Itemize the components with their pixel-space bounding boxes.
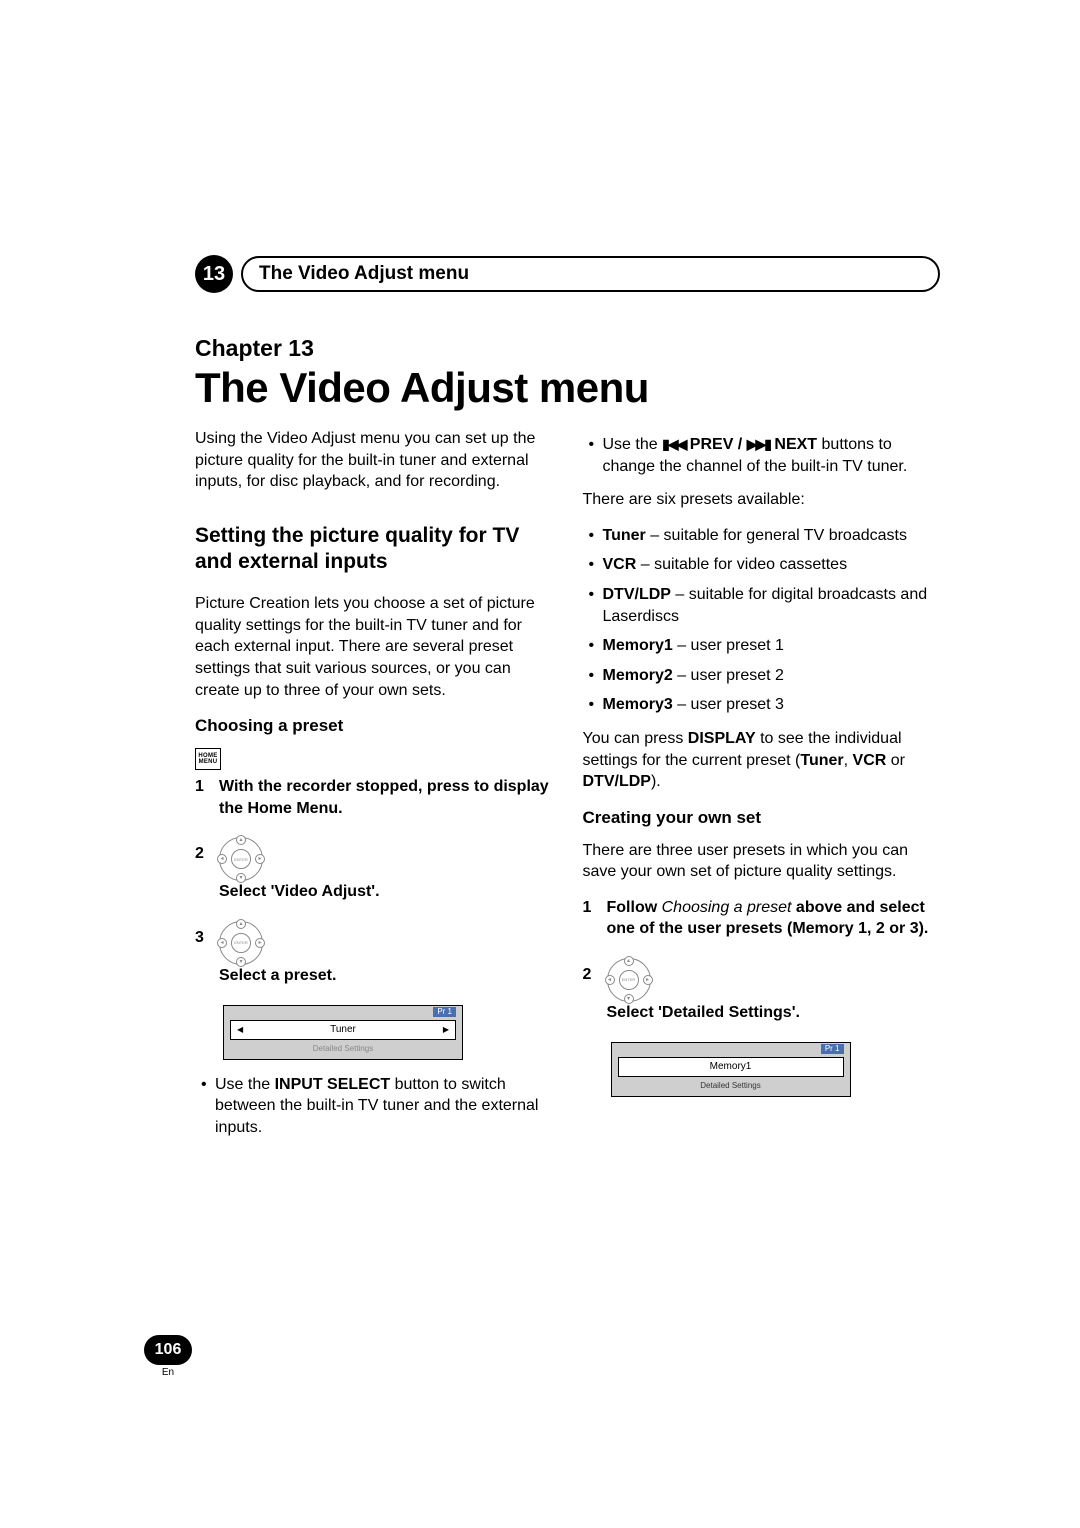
text: Use the — [215, 1076, 275, 1093]
osd-row-label: Tuner — [330, 1023, 356, 1037]
presets-list: Tuner – suitable for general TV broadcas… — [583, 525, 941, 716]
chapter-label: Chapter 13 — [195, 335, 940, 362]
osd-badge: Pr 1 — [821, 1044, 844, 1055]
step-text: Select a preset. — [219, 967, 336, 984]
page-title: The Video Adjust menu — [195, 364, 940, 412]
step-text: Follow Choosing a preset above and selec… — [607, 899, 929, 938]
picture-creation-paragraph: Picture Creation lets you choose a set o… — [195, 593, 553, 701]
home-menu-icon: HOMEMENU — [195, 748, 221, 770]
preset-name: Memory2 — [603, 667, 673, 684]
text: Use the — [603, 436, 663, 453]
right-arrow-icon: ▶ — [443, 1025, 449, 1036]
step-1-creating: 1 Follow Choosing a preset above and sel… — [583, 897, 941, 940]
creating-own-set-heading: Creating your own set — [583, 807, 941, 830]
display-paragraph: You can press DISPLAY to see the individ… — [583, 728, 941, 793]
manual-page: 13 The Video Adjust menu Chapter 13 The … — [0, 0, 1080, 1210]
language-code: En — [144, 1367, 192, 1378]
page-number-badge: 106 — [144, 1335, 192, 1365]
display-label: DISPLAY — [688, 730, 756, 747]
preset-item: VCR – suitable for video cassettes — [583, 554, 941, 576]
preset-item: Memory2 – user preset 2 — [583, 665, 941, 687]
step-number: 1 — [583, 897, 597, 919]
intro-paragraph: Using the Video Adjust menu you can set … — [195, 428, 553, 493]
preset-name: Memory3 — [603, 696, 673, 713]
preset-name: DTV/LDP — [603, 586, 671, 603]
chapter-title-pill: The Video Adjust menu — [241, 256, 940, 292]
osd-badge: Pr 1 — [433, 1007, 456, 1018]
dpad-enter-icon: ENTER ▴ ▾ ◂ ▸ — [607, 958, 651, 1002]
input-select-note: Use the INPUT SELECT button to switch be… — [195, 1074, 553, 1139]
right-column: Use the ▮◀◀ PREV / ▶▶▮ NEXT buttons to c… — [583, 428, 941, 1150]
preset-item: Memory1 – user preset 1 — [583, 635, 941, 657]
left-arrow-icon: ◀ — [237, 1025, 243, 1036]
chapter-number-badge: 13 — [195, 255, 233, 293]
step-text: Select 'Detailed Settings'. — [607, 1004, 800, 1021]
next-icon: ▶▶▮ — [747, 436, 770, 452]
dpad-enter-icon: ENTER ▴ ▾ ◂ ▸ — [219, 837, 263, 881]
step-number: 2 — [195, 837, 209, 865]
prev-next-note: Use the ▮◀◀ PREV / ▶▶▮ NEXT buttons to c… — [583, 434, 941, 477]
osd-preview-memory1: Pr 1 Memory1 Detailed Settings — [611, 1042, 851, 1097]
header-bar: 13 The Video Adjust menu — [195, 255, 940, 293]
preset-desc: – user preset 2 — [673, 667, 784, 684]
step-2-creating: 2 ENTER ▴ ▾ ◂ ▸ Select 'Detailed Setting… — [583, 958, 941, 1024]
content-columns: Using the Video Adjust menu you can set … — [195, 428, 940, 1150]
step-number: 2 — [583, 958, 597, 986]
preset-name: Tuner — [603, 527, 646, 544]
presets-intro: There are six presets available: — [583, 489, 941, 511]
section-heading: Setting the picture quality for TV and e… — [195, 523, 553, 576]
preset-name: VCR — [603, 556, 637, 573]
osd-preview-tuner: Pr 1 ◀ Tuner ▶ Detailed Settings — [223, 1005, 463, 1060]
osd-detailed-settings: Detailed Settings — [224, 1042, 462, 1059]
preset-desc: – user preset 1 — [673, 637, 784, 654]
preset-item: DTV/LDP – suitable for digital broadcast… — [583, 584, 941, 627]
dpad-enter-icon: ENTER ▴ ▾ ◂ ▸ — [219, 921, 263, 965]
creating-paragraph: There are three user presets in which yo… — [583, 840, 941, 883]
prev-icon: ▮◀◀ — [662, 436, 685, 452]
preset-item: Tuner – suitable for general TV broadcas… — [583, 525, 941, 547]
step-3: 3 ENTER ▴ ▾ ◂ ▸ Select a preset. — [195, 921, 553, 987]
step-text: Select 'Video Adjust'. — [219, 883, 380, 900]
preset-desc: – suitable for general TV broadcasts — [646, 527, 907, 544]
step-number: 1 — [195, 776, 209, 798]
osd-row-label: Memory1 — [710, 1060, 752, 1074]
osd-detailed-settings: Detailed Settings — [612, 1079, 850, 1096]
preset-item: Memory3 – user preset 3 — [583, 694, 941, 716]
step-2: 2 ENTER ▴ ▾ ◂ ▸ Select 'Video Adjust'. — [195, 837, 553, 903]
left-column: Using the Video Adjust menu you can set … — [195, 428, 553, 1150]
page-footer: 106 En — [144, 1335, 192, 1378]
choosing-preset-heading: Choosing a preset — [195, 715, 553, 738]
preset-name: Memory1 — [603, 637, 673, 654]
preset-desc: – user preset 3 — [673, 696, 784, 713]
input-select-label: INPUT SELECT — [275, 1076, 391, 1093]
step-number: 3 — [195, 921, 209, 949]
prev-next-label: ▮◀◀ PREV / ▶▶▮ NEXT — [662, 436, 817, 453]
step-text: With the recorder stopped, press to disp… — [219, 778, 549, 817]
preset-desc: – suitable for video cassettes — [636, 556, 847, 573]
step-1: 1 With the recorder stopped, press to di… — [195, 776, 553, 819]
